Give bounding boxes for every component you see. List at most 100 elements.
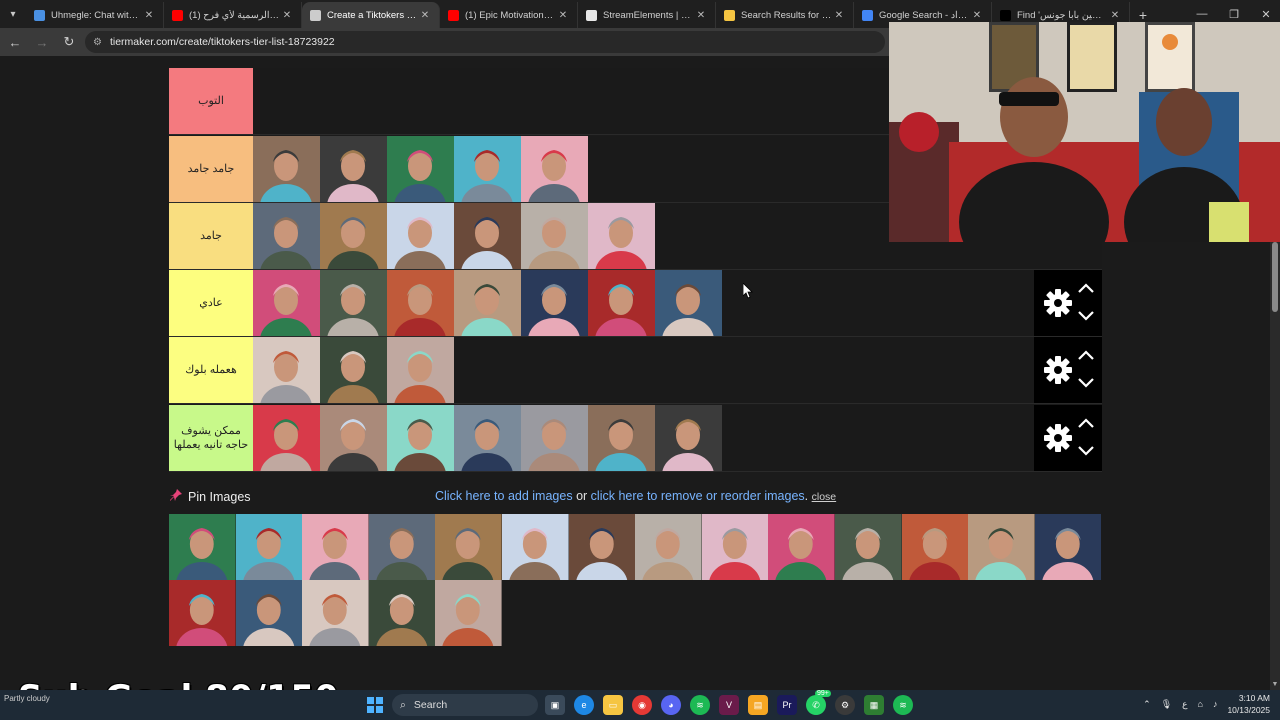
gear-icon[interactable] — [1041, 286, 1075, 320]
pool-image-thumbnail[interactable] — [368, 580, 436, 646]
tab-close-icon[interactable]: ✕ — [281, 10, 293, 21]
tier-item-thumbnail[interactable] — [320, 270, 387, 336]
tier-label[interactable]: جامد — [169, 203, 253, 269]
tier-item-thumbnail[interactable] — [454, 136, 521, 202]
tab-close-icon[interactable]: ✕ — [557, 10, 569, 21]
clock[interactable]: 3:10 AM 10/13/2025 — [1227, 692, 1270, 716]
tier-item-thumbnail[interactable] — [521, 405, 588, 471]
tier-item-thumbnail[interactable] — [320, 405, 387, 471]
spotify-icon[interactable]: ≋ — [690, 695, 710, 715]
move-down-chevron-icon[interactable] — [1076, 308, 1096, 322]
settings-app-icon[interactable]: ⚙ — [835, 695, 855, 715]
back-button[interactable]: ← — [3, 30, 27, 54]
tab-close-icon[interactable]: ✕ — [833, 10, 845, 21]
tier-item-thumbnail[interactable] — [588, 270, 655, 336]
pool-image-thumbnail[interactable] — [768, 514, 835, 580]
premiere-icon[interactable]: Pr — [777, 695, 797, 715]
move-up-chevron-icon[interactable] — [1076, 282, 1096, 296]
add-images-link[interactable]: Click here to add images — [435, 489, 573, 503]
tab-close-icon[interactable]: ✕ — [419, 10, 431, 21]
pool-image-thumbnail[interactable] — [368, 514, 436, 580]
tier-item-thumbnail[interactable] — [320, 203, 387, 269]
browser-tab[interactable]: (1) الأغنية الرسمية لأي فرح✕ — [164, 2, 302, 28]
gear-icon[interactable] — [1041, 421, 1075, 455]
move-down-chevron-icon[interactable] — [1076, 443, 1096, 457]
tier-item-thumbnail[interactable] — [588, 405, 655, 471]
windows-start-icon[interactable] — [365, 695, 385, 715]
pool-image-thumbnail[interactable] — [834, 514, 902, 580]
reload-button[interactable]: ↻ — [57, 30, 81, 54]
tier-item-thumbnail[interactable] — [387, 136, 454, 202]
tier-item-thumbnail[interactable] — [588, 203, 655, 269]
pool-image-thumbnail[interactable] — [302, 580, 369, 646]
microphone-icon[interactable]: 🎙 — [1161, 699, 1172, 710]
tier-item-thumbnail[interactable] — [655, 405, 722, 471]
pool-image-thumbnail[interactable] — [1034, 514, 1102, 580]
tier-item-thumbnail[interactable] — [387, 203, 454, 269]
notepad-icon[interactable]: ▤ — [748, 695, 768, 715]
site-info-icon[interactable]: ⚙ — [93, 37, 102, 48]
tier-item-thumbnail[interactable] — [521, 203, 588, 269]
move-down-chevron-icon[interactable] — [1076, 375, 1096, 389]
tier-item-thumbnail[interactable] — [387, 337, 454, 403]
pool-image-thumbnail[interactable] — [435, 514, 502, 580]
pool-image-thumbnail[interactable] — [235, 514, 303, 580]
whatsapp-icon[interactable]: ✆ — [806, 695, 826, 715]
tier-item-thumbnail[interactable] — [521, 136, 588, 202]
pool-image-thumbnail[interactable] — [169, 580, 236, 646]
address-bar[interactable]: ⚙ tiermaker.com/create/tiktokers-tier-li… — [85, 31, 885, 53]
tier-label[interactable]: ممكن يشوف حاجه تانيه يعملها — [169, 405, 253, 471]
tier-item-thumbnail[interactable] — [320, 337, 387, 403]
pool-image-thumbnail[interactable] — [968, 514, 1035, 580]
gear-icon[interactable] — [1041, 353, 1075, 387]
tab-close-icon[interactable]: ✕ — [143, 10, 155, 21]
network-icon[interactable]: ⌂ — [1198, 699, 1203, 709]
file-explorer-icon[interactable]: ▭ — [603, 695, 623, 715]
language-indicator[interactable]: ع — [1182, 699, 1187, 710]
pool-image-thumbnail[interactable] — [302, 514, 369, 580]
tab-close-icon[interactable]: ✕ — [695, 10, 707, 21]
tier-item-thumbnail[interactable] — [253, 405, 320, 471]
task-view-icon[interactable]: ▣ — [545, 695, 565, 715]
discord-icon[interactable]: ◕ — [661, 695, 681, 715]
pool-image-thumbnail[interactable] — [435, 580, 502, 646]
tab-search-menu-button[interactable]: ▾ — [0, 0, 26, 28]
tier-item-thumbnail[interactable] — [253, 337, 320, 403]
tier-label[interactable]: التوب — [169, 68, 253, 134]
tier-item-thumbnail[interactable] — [253, 203, 320, 269]
forward-button[interactable]: → — [30, 30, 54, 54]
edge-icon[interactable]: e — [574, 695, 594, 715]
tier-item-thumbnail[interactable] — [253, 136, 320, 202]
tier-item-thumbnail[interactable] — [454, 203, 521, 269]
browser-tab[interactable]: Create a Tiktokers Tier Li✕ — [302, 2, 440, 28]
browser-tab[interactable]: Search Results for 'مصريه✕ — [716, 2, 854, 28]
tier-item-thumbnail[interactable] — [454, 270, 521, 336]
weather-widget[interactable]: Partly cloudy — [4, 694, 50, 703]
pool-image-thumbnail[interactable] — [901, 514, 969, 580]
move-up-chevron-icon[interactable] — [1076, 417, 1096, 431]
app-icon-v[interactable]: V — [719, 695, 739, 715]
taskbar-search[interactable]: ⌕ Search — [392, 694, 538, 716]
close-link[interactable]: close — [812, 491, 837, 503]
scrollbar-thumb[interactable] — [1272, 242, 1278, 312]
pool-image-thumbnail[interactable] — [635, 514, 702, 580]
notes-app-icon[interactable]: ▦ — [864, 695, 884, 715]
scroll-down-arrow-icon[interactable]: ▼ — [1270, 681, 1280, 688]
tier-item-thumbnail[interactable] — [454, 405, 521, 471]
browser-tab[interactable]: (1) Epic Motivational Mus✕ — [440, 2, 578, 28]
tab-close-icon[interactable]: ✕ — [1109, 10, 1121, 21]
tier-item-thumbnail[interactable] — [320, 136, 387, 202]
tier-label[interactable]: هعمله بلوك — [169, 337, 253, 403]
remove-reorder-link[interactable]: click here to remove or reorder images — [591, 489, 805, 503]
tier-label[interactable]: جامد جامد — [169, 136, 253, 202]
browser-tab[interactable]: Uhmegle: Chat with Stran✕ — [26, 2, 164, 28]
pool-image-thumbnail[interactable] — [501, 514, 569, 580]
browser-tab[interactable]: StreamElements | Subath✕ — [578, 2, 716, 28]
tier-item-thumbnail[interactable] — [521, 270, 588, 336]
pool-image-thumbnail[interactable] — [701, 514, 769, 580]
tier-label[interactable]: عادي — [169, 270, 253, 336]
tier-item-thumbnail[interactable] — [253, 270, 320, 336]
pool-image-thumbnail[interactable] — [568, 514, 636, 580]
pool-image-thumbnail[interactable] — [235, 580, 303, 646]
pool-image-thumbnail[interactable] — [169, 514, 236, 580]
